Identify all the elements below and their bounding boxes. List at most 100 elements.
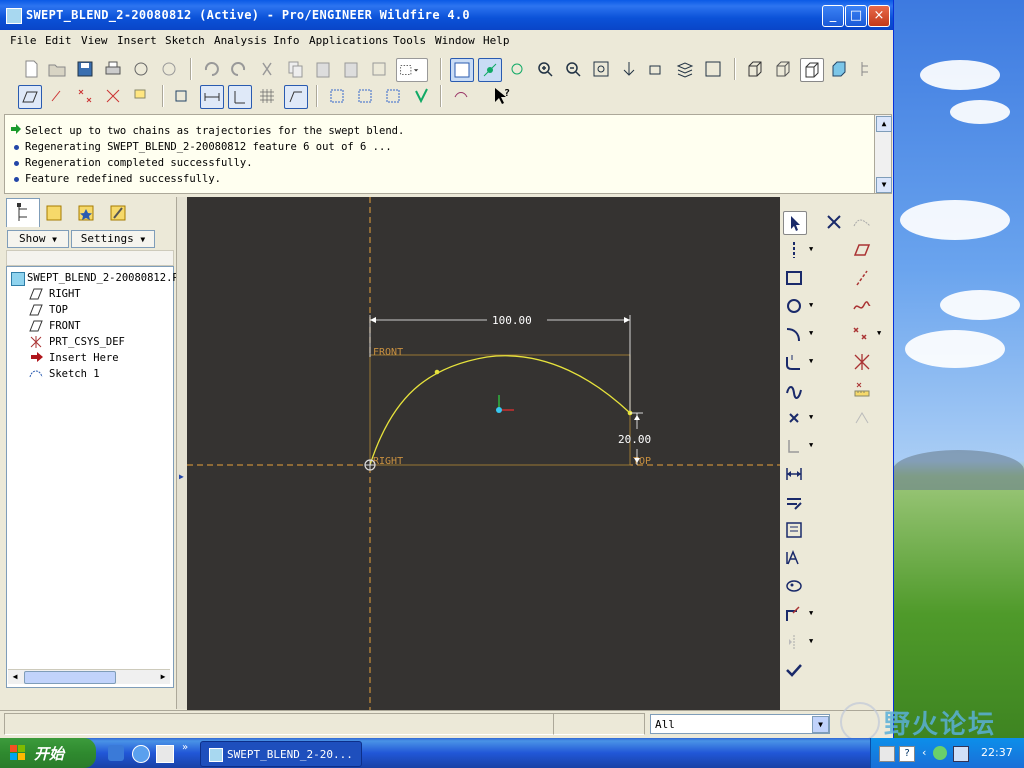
open-folder-icon[interactable] <box>46 58 68 80</box>
model-tree-toggle-icon[interactable] <box>856 58 878 80</box>
menu-tools[interactable]: Tools <box>393 34 426 47</box>
mirror-icon[interactable] <box>783 631 805 653</box>
favorites-tab[interactable] <box>72 200 102 226</box>
save-icon[interactable] <box>74 58 96 80</box>
chevron-down-icon[interactable]: ▼ <box>809 413 813 421</box>
menu-help[interactable]: Help <box>483 34 510 47</box>
circle-icon[interactable] <box>783 295 805 317</box>
line-icon[interactable] <box>851 267 873 289</box>
chevron-down-icon[interactable]: ▼ <box>809 329 813 337</box>
repaint-icon[interactable] <box>450 58 474 82</box>
menu-file[interactable]: File <box>10 34 37 47</box>
connections-tab[interactable] <box>104 200 134 226</box>
copy-icon[interactable] <box>284 58 306 80</box>
rectangle-icon[interactable] <box>783 267 805 289</box>
taskbar-item-proe[interactable]: SWEPT_BLEND_2-20... <box>200 741 362 767</box>
menu-view[interactable]: View <box>81 34 108 47</box>
show-dropdown[interactable]: Show ▼ <box>7 230 69 248</box>
mail-attach-icon[interactable] <box>158 58 180 80</box>
menu-applications[interactable]: Applications <box>309 34 388 47</box>
show-constraints-icon[interactable] <box>74 85 96 107</box>
done-checkmark-icon[interactable] <box>783 659 805 681</box>
menu-edit[interactable]: Edit <box>45 34 72 47</box>
show-dims-icon[interactable] <box>46 85 68 107</box>
tray-icon[interactable] <box>879 746 895 762</box>
vertex-display-icon[interactable] <box>284 85 308 109</box>
menu-insert[interactable]: Insert <box>117 34 157 47</box>
menu-sketch[interactable]: Sketch <box>165 34 205 47</box>
chevron-down-icon[interactable]: ▼ <box>809 609 813 617</box>
palette-icon[interactable] <box>783 575 805 597</box>
show-desktop-icon[interactable] <box>108 745 124 761</box>
dimension-icon[interactable] <box>783 463 805 485</box>
paste-special-icon[interactable] <box>340 58 362 80</box>
model-tree-tab[interactable] <box>6 198 40 227</box>
zoom-in-icon[interactable] <box>534 58 556 80</box>
title-bar[interactable]: SWEPT_BLEND_2-20080812 (Active) - Pro/EN… <box>0 0 893 30</box>
sketch-orientation-icon[interactable] <box>172 85 194 107</box>
tree-hscrollbar[interactable]: ◀ ▶ <box>8 669 170 684</box>
view-manager-icon[interactable] <box>702 58 724 80</box>
regenerate-icon[interactable] <box>368 58 390 80</box>
orient-mode-icon[interactable] <box>506 58 528 80</box>
layers-icon[interactable] <box>674 58 696 80</box>
point-icon[interactable] <box>851 323 873 345</box>
chevron-down-icon[interactable]: ▼ <box>809 301 813 309</box>
new-file-icon[interactable] <box>20 58 42 80</box>
scroll-left-icon[interactable]: ◀ <box>9 671 21 683</box>
network-icon[interactable] <box>933 746 947 760</box>
trim-icon[interactable] <box>783 603 805 625</box>
spline-icon[interactable] <box>783 379 805 401</box>
maximize-button[interactable]: □ <box>845 5 867 27</box>
selection-filter-dropdown[interactable]: All ▼ <box>650 714 830 734</box>
scroll-thumb[interactable] <box>24 671 116 684</box>
collapse-arrow-icon[interactable]: ▶ <box>179 472 184 481</box>
scroll-down-icon[interactable]: ▼ <box>876 177 892 193</box>
print-icon[interactable] <box>102 58 124 80</box>
text-icon[interactable] <box>783 547 805 569</box>
datum-points-icon[interactable] <box>382 85 404 107</box>
graphics-window[interactable]: FRONT RIGHT TOP 100.00 20.00 <box>187 197 780 710</box>
paste-icon[interactable] <box>312 58 334 80</box>
scroll-right-icon[interactable]: ▶ <box>157 671 169 683</box>
sketch-plane-icon[interactable] <box>851 239 873 261</box>
folder-browser-tab[interactable] <box>40 200 70 226</box>
menu-analysis[interactable]: Analysis <box>214 34 267 47</box>
send-mail-icon[interactable] <box>130 58 152 80</box>
start-button[interactable]: 开始 <box>0 738 96 768</box>
constraints-icon[interactable] <box>783 519 805 541</box>
volume-icon[interactable] <box>953 746 969 762</box>
selection-box-icon[interactable] <box>396 58 428 82</box>
internet-explorer-icon[interactable] <box>132 745 150 763</box>
menu-info[interactable]: Info <box>273 34 300 47</box>
chevron-down-icon[interactable]: ▼ <box>809 441 813 449</box>
tree-item-sketch[interactable]: Sketch 1 <box>49 368 100 380</box>
close-sketch-x-icon[interactable] <box>823 211 845 233</box>
chevron-down-icon[interactable]: ▼ <box>812 716 829 733</box>
chevron-down-icon[interactable]: ▼ <box>877 329 881 337</box>
datum-planes-icon[interactable] <box>326 85 348 107</box>
tree-item-right[interactable]: RIGHT <box>49 288 81 300</box>
fillet-icon[interactable] <box>783 351 805 373</box>
tree-item-csys[interactable]: PRT_CSYS_DEF <box>49 336 125 348</box>
zoom-out-icon[interactable] <box>562 58 584 80</box>
undo-icon[interactable] <box>200 58 222 80</box>
coordinate-system-icon[interactable] <box>851 351 873 373</box>
arc-icon[interactable] <box>783 323 805 345</box>
ruler-icon[interactable] <box>851 379 873 401</box>
grid-display-icon[interactable] <box>256 85 278 107</box>
hidden-line-icon[interactable] <box>772 58 794 80</box>
use-edge-icon[interactable] <box>783 435 805 457</box>
sketch-canvas[interactable]: FRONT RIGHT TOP 100.00 20.00 <box>187 197 780 710</box>
show-vertices-icon[interactable] <box>130 85 152 107</box>
minimize-button[interactable]: _ <box>822 5 844 27</box>
redo-icon[interactable] <box>228 58 250 80</box>
saved-views-icon[interactable] <box>646 58 668 80</box>
wireframe-icon[interactable] <box>744 58 766 80</box>
context-help-icon[interactable]: ? <box>490 85 512 107</box>
modify-icon[interactable] <box>783 491 805 513</box>
shading-icon[interactable] <box>828 58 850 80</box>
no-hidden-icon[interactable] <box>800 58 824 82</box>
chevron-down-icon[interactable]: ▼ <box>809 357 813 365</box>
menu-window[interactable]: Window <box>435 34 475 47</box>
